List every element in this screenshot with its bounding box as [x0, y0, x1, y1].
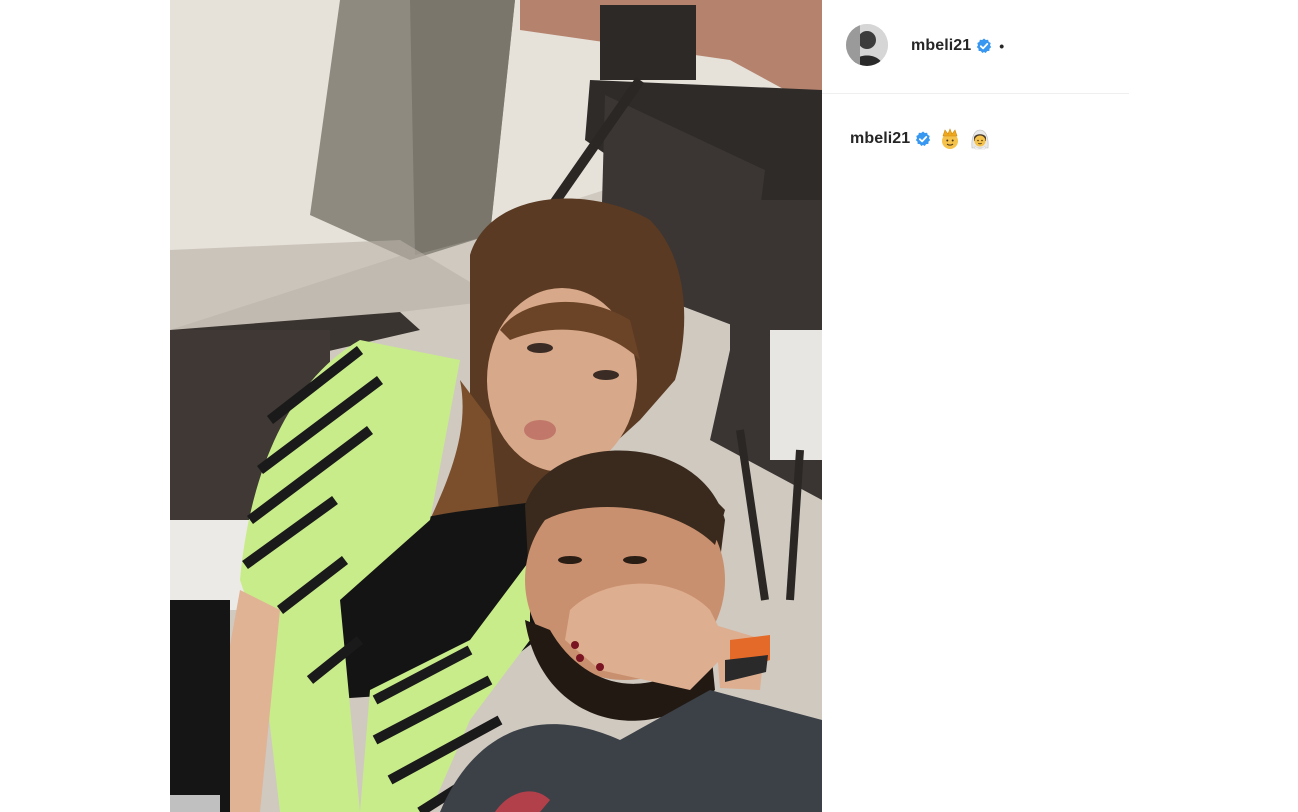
avatar[interactable]: [846, 24, 888, 66]
avatar-image: [846, 24, 888, 66]
header-username-link[interactable]: mbeli21: [911, 37, 971, 55]
man-with-crown-emoji-icon: [939, 128, 961, 150]
post-caption: mbeli21: [850, 128, 991, 150]
verified-badge-icon: [976, 38, 992, 54]
post-header: mbeli21 •: [822, 0, 1129, 94]
post-photo[interactable]: [170, 0, 822, 812]
post-side-panel: mbeli21 • mbeli21: [822, 0, 1129, 812]
selfie-image: [170, 0, 822, 812]
instagram-post-view: mbeli21 • mbeli21: [0, 0, 1298, 812]
woman-with-veil-emoji-icon: [969, 128, 991, 150]
verified-badge-icon: [915, 131, 931, 147]
caption-username-link[interactable]: mbeli21: [850, 130, 910, 148]
header-separator-dot: •: [999, 38, 1005, 54]
header-user-row: mbeli21 •: [911, 36, 1004, 56]
